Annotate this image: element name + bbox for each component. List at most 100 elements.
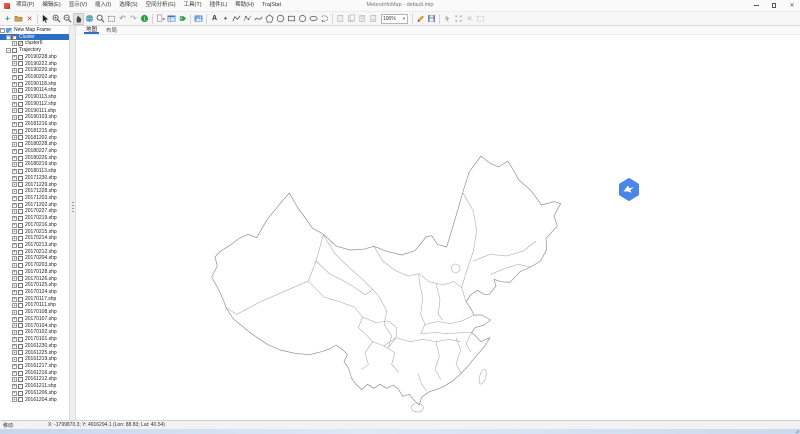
layer-item[interactable]: + 20181202.shp <box>0 135 69 142</box>
expand-icon[interactable]: + <box>12 364 17 369</box>
expand-icon[interactable]: + <box>12 189 17 194</box>
layer-item[interactable]: + 20161230.shp <box>0 343 69 350</box>
zoom-level-combo[interactable]: 100% ▼ <box>381 14 408 24</box>
layer-checkbox[interactable] <box>18 344 23 349</box>
layer-item[interactable]: + 20170104.shp <box>0 323 69 330</box>
layer-checkbox[interactable] <box>18 350 23 355</box>
layer-checkbox[interactable] <box>18 108 23 113</box>
layer-checkbox[interactable] <box>18 176 23 181</box>
expand-icon[interactable]: + <box>12 216 17 221</box>
layer-item[interactable]: + 20180227.shp <box>0 148 69 155</box>
layer-item[interactable]: + 20171229.shp <box>0 182 69 189</box>
expand-icon[interactable]: + <box>12 203 17 208</box>
layer-item[interactable]: + 20171228.shp <box>0 188 69 195</box>
map-frame-node[interactable]: − New Map Frame <box>0 27 69 34</box>
layer-checkbox[interactable] <box>18 229 23 234</box>
expand-icon[interactable]: + <box>12 176 17 181</box>
layer-checkbox[interactable] <box>18 357 23 362</box>
layer-checkbox[interactable] <box>18 283 23 288</box>
layer-item[interactable]: + 20171203.shp <box>0 195 69 202</box>
menu-item[interactable]: 工具(T) <box>181 0 205 11</box>
layer-checkbox[interactable] <box>18 223 23 228</box>
menu-item[interactable]: 帮助(H) <box>232 0 257 11</box>
zoom-in-icon[interactable] <box>51 13 62 25</box>
expand-icon[interactable]: + <box>12 344 17 349</box>
point-icon[interactable]: • <box>220 13 231 25</box>
curve-icon[interactable] <box>253 13 264 25</box>
expand-icon[interactable]: + <box>12 350 17 355</box>
layer-item[interactable]: + 20190118.shp <box>0 81 69 88</box>
collapse-icon[interactable]: − <box>6 35 11 40</box>
expand-icon[interactable]: + <box>12 223 17 228</box>
layer-item[interactable]: + 20181215.shp <box>0 128 69 135</box>
expand-icon[interactable]: + <box>12 283 17 288</box>
trajectory-group-node[interactable]: − Trajectory <box>0 47 69 54</box>
layer-item[interactable]: + 20190228.shp <box>0 54 69 61</box>
layer-checkbox[interactable] <box>18 250 23 255</box>
expand-icon[interactable]: + <box>12 256 17 261</box>
ellipse-icon[interactable] <box>308 13 319 25</box>
layer-item[interactable]: + 20190222.shp <box>0 61 69 68</box>
expand-icon[interactable]: + <box>12 182 17 187</box>
layer-item[interactable]: + 20170203.shp <box>0 262 69 269</box>
layer-checkbox[interactable] <box>18 162 23 167</box>
menu-item[interactable]: 显示(V) <box>66 0 90 11</box>
layer-checkbox[interactable] <box>18 55 23 60</box>
open-folder-icon[interactable] <box>13 13 24 25</box>
select-cursor-icon[interactable] <box>40 13 51 25</box>
close-icon[interactable]: ✕ <box>788 2 796 10</box>
layer-checkbox[interactable] <box>18 391 23 396</box>
layer-checkbox[interactable] <box>18 102 23 107</box>
expand-icon[interactable]: + <box>12 95 17 100</box>
menu-item[interactable]: 项目(P) <box>13 0 37 11</box>
expand-icon[interactable]: + <box>12 82 17 87</box>
layer-item[interactable]: + 20161206.shp <box>0 390 69 397</box>
layer-checkbox[interactable] <box>18 323 23 328</box>
layer-checkbox[interactable] <box>18 216 23 221</box>
panel-splitter[interactable] <box>69 26 76 420</box>
expand-icon[interactable]: + <box>12 276 17 281</box>
layer-checkbox[interactable] <box>18 156 23 161</box>
closed-curve-icon[interactable] <box>275 13 286 25</box>
layer-checkbox[interactable] <box>18 129 23 134</box>
attribute-table-icon[interactable] <box>166 13 177 25</box>
layer-checkbox[interactable] <box>18 330 23 335</box>
delete-feature-icon[interactable]: ✕ <box>464 13 475 25</box>
circle-icon[interactable] <box>297 13 308 25</box>
expand-icon[interactable]: + <box>12 115 17 120</box>
layer-item[interactable]: + 20161204.shp <box>0 397 69 404</box>
expand-icon[interactable]: + <box>12 196 17 201</box>
layer-checkbox[interactable] <box>18 189 23 194</box>
expand-icon[interactable]: + <box>12 263 17 268</box>
layer-item[interactable]: + 20170107.shp <box>0 316 69 323</box>
layer-checkbox[interactable] <box>18 169 23 174</box>
expand-icon[interactable]: + <box>12 270 17 275</box>
layer-item[interactable]: + 20170111.shp <box>0 302 69 309</box>
expand-icon[interactable]: + <box>12 88 17 93</box>
layer-checkbox[interactable] <box>18 243 23 248</box>
menu-item[interactable]: TrajStat <box>259 0 284 11</box>
add-icon[interactable]: + <box>2 13 13 25</box>
layer-item[interactable]: + 20170213.shp <box>0 242 69 249</box>
resize-grip-icon[interactable] <box>795 429 799 433</box>
expand-icon[interactable]: + <box>12 317 17 322</box>
layer-checkbox[interactable] <box>18 303 23 308</box>
layer-item[interactable]: + 20190111.shp <box>0 108 69 115</box>
expand-icon[interactable]: + <box>12 310 17 315</box>
expand-icon[interactable]: + <box>12 61 17 66</box>
expand-icon[interactable]: + <box>12 250 17 255</box>
layer-checkbox[interactable] <box>18 297 23 302</box>
freehand-polygon-icon[interactable] <box>319 13 330 25</box>
layer-item[interactable]: + 20170128.shp <box>0 269 69 276</box>
layer-checkbox[interactable] <box>18 371 23 376</box>
layer-checkbox[interactable] <box>18 115 23 120</box>
polyline-vertices-icon[interactable] <box>242 13 253 25</box>
zoom-out-icon[interactable] <box>62 13 73 25</box>
expand-icon[interactable]: + <box>12 41 17 46</box>
layer-checkbox[interactable] <box>12 48 17 53</box>
layer-checkbox[interactable] <box>18 88 23 93</box>
zoom-to-layer-icon[interactable] <box>95 13 106 25</box>
layer-checkbox[interactable] <box>18 384 23 389</box>
edit-pencil-icon[interactable] <box>415 13 426 25</box>
expand-icon[interactable]: + <box>12 55 17 60</box>
